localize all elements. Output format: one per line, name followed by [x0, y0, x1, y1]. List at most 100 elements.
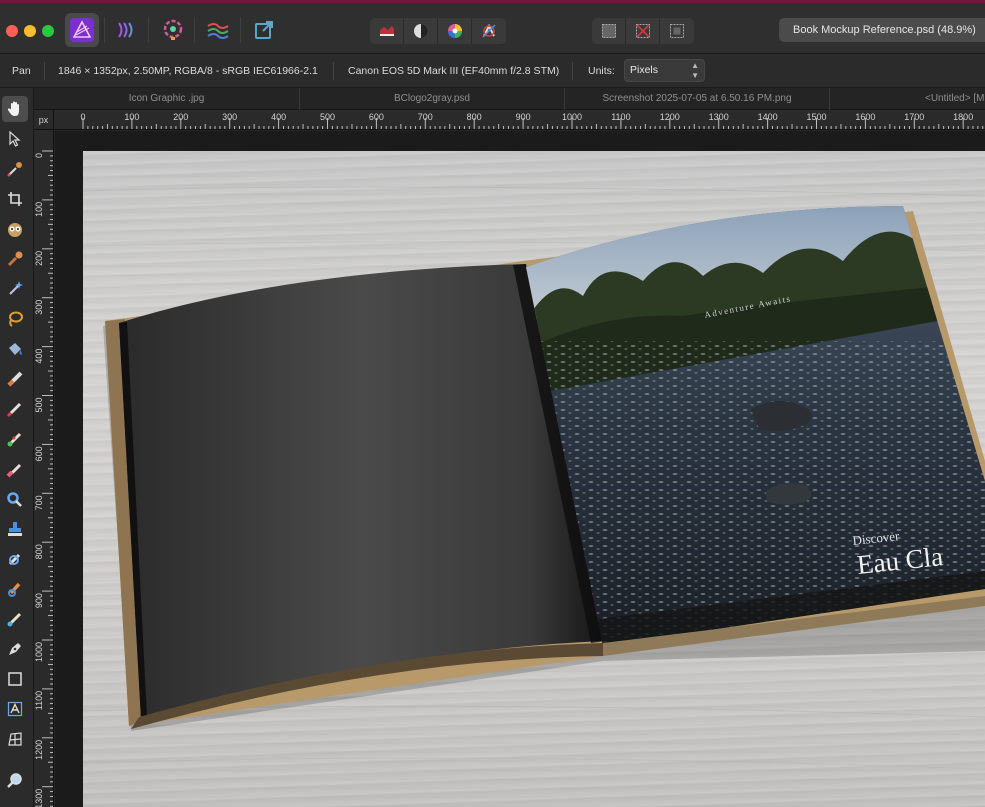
color-wheel-button[interactable] — [438, 18, 472, 44]
ruler-h-label: 300 — [222, 112, 237, 122]
color-picker-tool[interactable] — [2, 156, 28, 182]
ruler-v-label: 500 — [34, 398, 44, 413]
document-tabs: Icon Graphic .jpg BClogo2gray.psd Screen… — [34, 88, 985, 110]
ruler-v-label: 1300 — [34, 789, 44, 807]
tab-untitled[interactable]: <Untitled> [M — [830, 88, 985, 110]
snapping-button[interactable] — [472, 18, 506, 44]
select-all-icon — [601, 24, 616, 38]
erase-brush-tool[interactable] — [2, 456, 28, 482]
crop-tool[interactable] — [2, 186, 28, 212]
mesh-warp-tool[interactable] — [2, 726, 28, 752]
rectangle-icon — [8, 672, 22, 686]
ruler-h-label: 1000 — [562, 112, 582, 122]
quick-mask-button[interactable] — [370, 18, 404, 44]
deselect-button[interactable] — [626, 18, 660, 44]
ruler-v-label: 400 — [34, 349, 44, 364]
smudge-icon — [7, 492, 22, 507]
ruler-v-label: 1000 — [34, 642, 44, 662]
paint-brush-icon — [6, 402, 22, 418]
text-tool[interactable] — [2, 696, 28, 722]
move-tool[interactable] — [2, 126, 28, 152]
pen-nib-icon — [9, 643, 21, 655]
tab-icon-graphic[interactable]: Icon Graphic .jpg — [34, 88, 300, 110]
selection-brush-tool[interactable] — [2, 216, 28, 242]
canvas-area[interactable]: Adventure Awaits Discover Eau Cla — [55, 131, 985, 807]
develop-persona-icon — [163, 19, 183, 40]
window-close-button[interactable] — [6, 25, 18, 37]
photo-persona-icon — [70, 18, 94, 42]
ruler-h-label: 700 — [418, 112, 433, 122]
magic-wand-tool[interactable] — [2, 276, 28, 302]
text-icon — [7, 701, 23, 717]
adjustments-button[interactable] — [404, 18, 438, 44]
snapping-icon — [482, 23, 496, 38]
flood-select-tool[interactable] — [2, 246, 28, 272]
freehand-selection-tool[interactable] — [2, 306, 28, 332]
tab-screenshot[interactable]: Screenshot 2025-07-05 at 6.50.16 PM.png — [565, 88, 830, 110]
rectangle-tool[interactable] — [2, 666, 28, 692]
ruler-v-label: 700 — [34, 495, 44, 510]
ruler-h-label: 100 — [124, 112, 139, 122]
ruler-v-label: 800 — [34, 544, 44, 559]
ruler-h-label: 0 — [80, 112, 85, 122]
photo-persona-button[interactable] — [65, 13, 99, 47]
document-canvas[interactable]: Adventure Awaits Discover Eau Cla — [83, 151, 985, 807]
pen-tool[interactable] — [2, 636, 28, 662]
adjustment-icon — [413, 24, 428, 38]
invert-selection-icon — [670, 24, 684, 38]
tab-bclogo2gray[interactable]: BClogo2gray.psd — [300, 88, 565, 110]
dodge-brush-tool[interactable] — [2, 546, 28, 572]
ruler-h-label: 600 — [369, 112, 384, 122]
pixel-tool[interactable] — [2, 426, 28, 452]
main-toolbar: Book Mockup Reference.psd (48.9%) — [0, 0, 985, 54]
current-tool-label: Pan — [12, 65, 31, 77]
camera-info-label: Canon EOS 5D Mark III (EF40mm f/2.8 STM) — [348, 65, 560, 77]
blur-brush-tool[interactable] — [2, 576, 28, 602]
owl-selection-icon — [8, 223, 22, 237]
paint-brush-tool[interactable] — [2, 396, 28, 422]
units-dropdown[interactable]: Pixels ▲ ▼ — [624, 59, 705, 82]
view-tool[interactable] — [2, 96, 28, 122]
invert-selection-button[interactable] — [660, 18, 694, 44]
ruler-v-label: 0 — [34, 153, 44, 158]
ruler-v-label: 1200 — [34, 740, 44, 760]
ruler-v-label: 300 — [34, 300, 44, 315]
select-all-button[interactable] — [592, 18, 626, 44]
liquify-persona-button[interactable] — [110, 13, 144, 47]
window-minimize-button[interactable] — [24, 25, 36, 37]
tone-mapping-persona-button[interactable] — [201, 13, 235, 47]
export-persona-button[interactable] — [247, 13, 281, 47]
view-tools-group — [370, 18, 506, 44]
zoom-tool[interactable] — [2, 768, 28, 794]
dropdown-stepper-icon: ▲ ▼ — [691, 61, 699, 80]
magic-wand-icon — [9, 281, 23, 295]
tools-panel — [0, 88, 34, 807]
ruler-v-label: 900 — [34, 593, 44, 608]
ruler-h-label: 400 — [271, 112, 286, 122]
flood-select-icon — [7, 251, 23, 267]
ruler-h-label: 1700 — [904, 112, 924, 122]
inpainting-brush-tool[interactable] — [2, 606, 28, 632]
ruler-h-label: 200 — [173, 112, 188, 122]
window-zoom-button[interactable] — [42, 25, 54, 37]
tone-mapping-persona-icon — [207, 23, 229, 39]
document-name-badge[interactable]: Book Mockup Reference.psd (48.9%) — [779, 18, 985, 42]
ruler-h-label: 1400 — [758, 112, 778, 122]
fill-tool[interactable] — [2, 336, 28, 362]
horizontal-ruler[interactable]: 0 100 200 300 400 500 600 700 800 900 1000 1100 1200… — [34, 110, 985, 130]
book-mockup-image: Adventure Awaits Discover Eau Cla — [83, 186, 985, 770]
clone-brush-tool[interactable] — [2, 516, 28, 542]
eyedropper-icon — [7, 162, 22, 177]
crop-icon — [8, 192, 22, 206]
lasso-icon — [9, 311, 23, 327]
stamp-icon — [8, 522, 22, 536]
units-label: Units: — [588, 65, 615, 77]
ruler-unit-label: px — [34, 110, 54, 130]
ruler-v-label: 200 — [34, 251, 44, 266]
vertical-ruler[interactable]: 0 100 200 300 400 500 600 700 800 900 1000 1100 1200… — [34, 130, 54, 807]
ruler-h-label: 1300 — [709, 112, 729, 122]
gradient-tool[interactable] — [2, 366, 28, 392]
develop-persona-button[interactable] — [156, 13, 190, 47]
smudge-tool[interactable] — [2, 486, 28, 512]
mesh-warp-icon — [8, 732, 22, 746]
